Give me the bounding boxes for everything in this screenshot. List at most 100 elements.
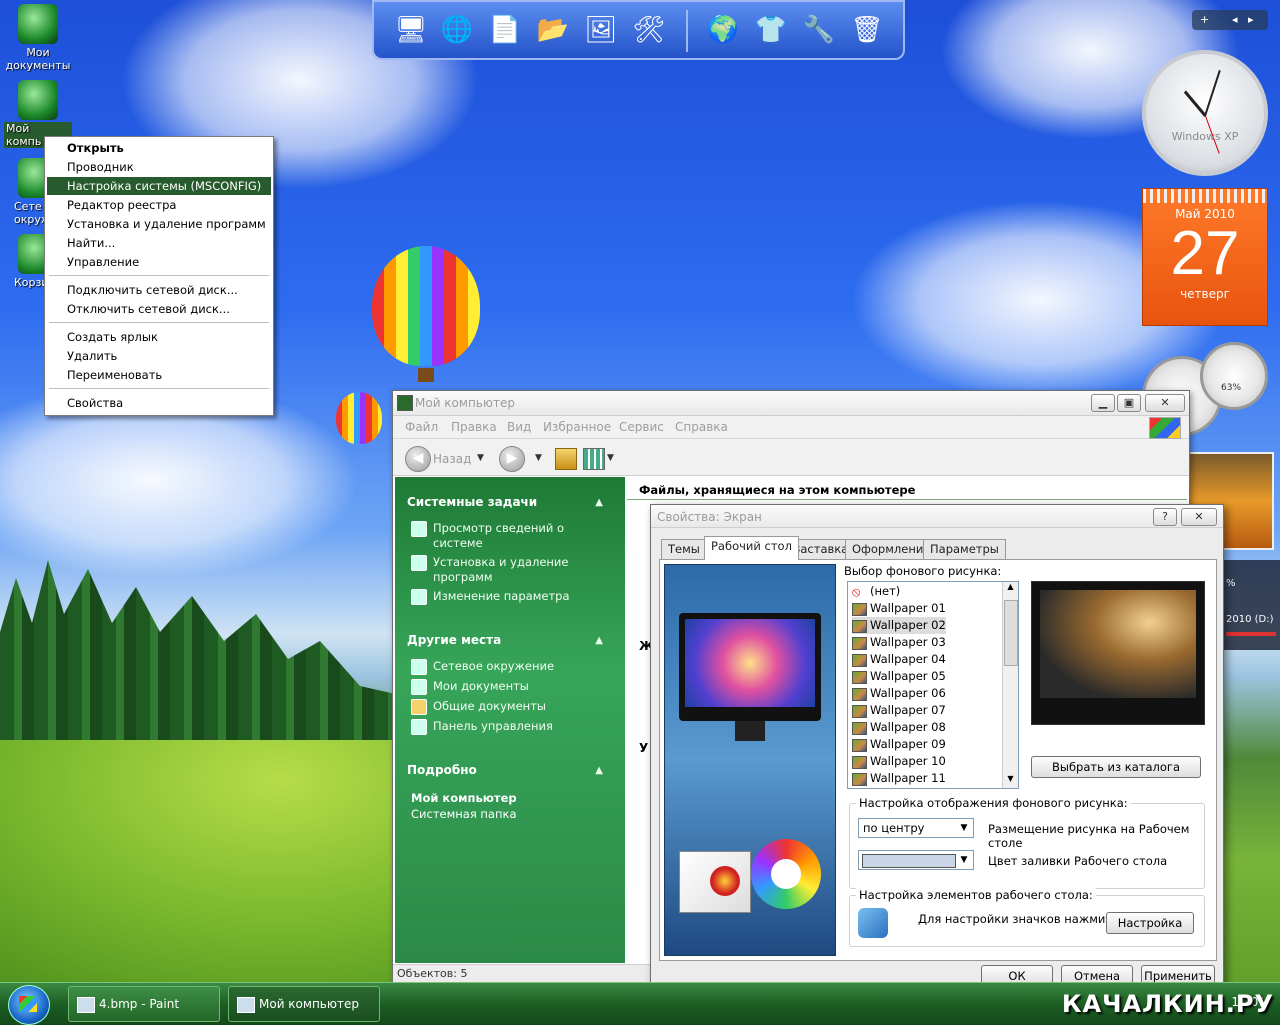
image-icon — [852, 688, 867, 701]
dialog-titlebar[interactable]: Свойства: Экран ? ✕ — [651, 505, 1223, 528]
wallpaper-option[interactable]: Wallpaper 04 — [852, 651, 946, 668]
drive-gadget[interactable]: % 2010 (D:) — [1222, 560, 1280, 650]
link-shared-documents[interactable]: Общие документы — [433, 699, 603, 714]
explorer-titlebar[interactable]: Мой компьютер ▁ ▣ ✕ — [393, 391, 1189, 416]
add-gadget-icon[interactable]: + — [1200, 10, 1209, 30]
menu-view[interactable]: Вид — [507, 420, 531, 434]
dock-network-globe-icon[interactable]: 🌍 — [702, 8, 744, 52]
scroll-up-icon[interactable]: ▲ — [1003, 582, 1018, 596]
desktop-icon-my-documents[interactable]: Мои документы — [4, 4, 72, 72]
menu-item-explorer[interactable]: Проводник — [47, 158, 271, 176]
menu-item-properties[interactable]: Свойства — [47, 394, 271, 412]
link-control-panel[interactable]: Панель управления — [433, 719, 603, 734]
fill-color-swatch — [862, 854, 956, 868]
help-button[interactable]: ? — [1153, 508, 1177, 526]
tab-themes[interactable]: Темы — [661, 539, 707, 559]
menu-item-rename[interactable]: Переименовать — [47, 366, 271, 384]
listbox-scrollbar[interactable]: ▲ ▼ — [1002, 582, 1018, 788]
back-dropdown-icon[interactable]: ▼ — [477, 453, 484, 463]
back-label[interactable]: Назад — [433, 452, 471, 466]
clock-gadget[interactable]: Windows XP — [1142, 50, 1268, 176]
menu-item-regedit[interactable]: Редактор реестра — [47, 196, 271, 214]
start-button[interactable] — [8, 985, 50, 1025]
wallpaper-option[interactable]: Wallpaper 06 — [852, 685, 946, 702]
position-select[interactable]: по центру ▼ — [858, 818, 974, 838]
collapse-chevron-icon[interactable]: ▲ — [595, 765, 603, 776]
wallpaper-listbox[interactable]: ⦸ (нет) Wallpaper 01 Wallpaper 02 Wallpap… — [847, 581, 1019, 789]
collapse-chevron-icon[interactable]: ▲ — [595, 497, 603, 508]
menu-favorites[interactable]: Избранное — [543, 420, 611, 434]
dock-folder-icon[interactable]: 📂 — [532, 8, 574, 52]
taskbar-item-paint[interactable]: 4.bmp - Paint — [68, 986, 220, 1022]
folder-up-icon[interactable] — [555, 448, 577, 470]
dock-internet-icon[interactable]: 🌐 — [436, 8, 478, 52]
prev-icon[interactable]: ◂ — [1232, 10, 1238, 30]
scroll-thumb[interactable] — [1004, 600, 1018, 666]
dock-shirt-icon[interactable]: 👕 — [750, 8, 792, 52]
minimize-button[interactable]: ▁ — [1091, 394, 1115, 412]
fill-color-select[interactable]: ▼ — [858, 850, 974, 870]
link-change-setting[interactable]: Изменение параметра — [433, 589, 603, 604]
memory-meter-gadget[interactable]: 63% — [1200, 342, 1268, 410]
wallpaper-option[interactable]: ⦸ (нет) — [852, 583, 900, 600]
image-icon — [852, 705, 867, 718]
wallpaper-option-selected[interactable]: Wallpaper 02 — [852, 617, 946, 634]
menu-item-map-drive[interactable]: Подключить сетевой диск... — [47, 281, 271, 299]
menu-item-disconnect-drive[interactable]: Отключить сетевой диск... — [47, 300, 271, 318]
dialog-close-button[interactable]: ✕ — [1181, 508, 1217, 526]
forward-arrow-icon[interactable]: ▶ — [499, 446, 525, 472]
wallpaper-option[interactable]: Wallpaper 03 — [852, 634, 946, 651]
tab-settings[interactable]: Параметры — [923, 539, 1006, 559]
drive-percent: % — [1226, 578, 1236, 589]
menu-file[interactable]: Файл — [405, 420, 438, 434]
link-system-info[interactable]: Просмотр сведений о системе — [433, 521, 603, 551]
dock-tools-icon[interactable]: 🛠 — [628, 8, 670, 52]
tab-desktop[interactable]: Рабочий стол — [704, 536, 799, 560]
details-header[interactable]: Подробно — [407, 763, 477, 777]
taskbar-item-my-computer[interactable]: Мой компьютер — [228, 986, 380, 1022]
menu-item-open[interactable]: Открыть — [47, 139, 271, 157]
forward-dropdown-icon[interactable]: ▼ — [535, 453, 542, 463]
menu-item-add-remove[interactable]: Установка и удаление программ — [47, 215, 271, 233]
system-tasks-header[interactable]: Системные задачи — [407, 495, 537, 509]
dock-properties-icon[interactable]: 🖥 — [390, 8, 432, 52]
other-places-header[interactable]: Другие места — [407, 633, 501, 647]
views-icon[interactable] — [583, 448, 605, 470]
next-icon[interactable]: ▸ — [1248, 10, 1254, 30]
menu-item-manage[interactable]: Управление — [47, 253, 271, 271]
scroll-down-icon[interactable]: ▼ — [1003, 774, 1018, 788]
menu-item-find[interactable]: Найти... — [47, 234, 271, 252]
wallpaper-option[interactable]: Wallpaper 08 — [852, 719, 946, 736]
drive-usage-bar — [1226, 632, 1276, 636]
link-my-documents[interactable]: Мои документы — [433, 679, 603, 694]
menu-tools[interactable]: Сервис — [619, 420, 664, 434]
calendar-rings — [1143, 189, 1267, 203]
wallpaper-option[interactable]: Wallpaper 09 — [852, 736, 946, 753]
menu-item-create-shortcut[interactable]: Создать ярлык — [47, 328, 271, 346]
calendar-gadget[interactable]: Май 2010 27 четверг — [1142, 188, 1268, 326]
wallpaper-option[interactable]: Wallpaper 07 — [852, 702, 946, 719]
close-button[interactable]: ✕ — [1145, 394, 1185, 412]
dock-recycle-bin-icon[interactable]: 🗑 — [846, 8, 888, 52]
wallpaper-option[interactable]: Wallpaper 10 — [852, 753, 946, 770]
customize-button[interactable]: Настройка — [1106, 912, 1194, 934]
maximize-button[interactable]: ▣ — [1117, 394, 1141, 412]
wallpaper-option[interactable]: Wallpaper 01 — [852, 600, 946, 617]
dock-wrench-icon[interactable]: 🔧 — [798, 8, 840, 52]
link-add-remove[interactable]: Установка и удаление программ — [433, 555, 603, 585]
views-dropdown-icon[interactable]: ▼ — [607, 453, 614, 463]
meter-percent: 63% — [1221, 383, 1242, 393]
browse-catalog-button[interactable]: Выбрать из каталога — [1031, 756, 1201, 778]
details-name: Мой компьютер — [411, 791, 517, 805]
dock-documents-icon[interactable]: 📄 — [484, 8, 526, 52]
wallpaper-option[interactable]: Wallpaper 05 — [852, 668, 946, 685]
link-network[interactable]: Сетевое окружение — [433, 659, 603, 674]
dock-pictures-icon[interactable]: 🖼 — [580, 8, 622, 52]
wallpaper-option[interactable]: Wallpaper 11 — [852, 770, 946, 787]
menu-help[interactable]: Справка — [675, 420, 728, 434]
menu-item-msconfig[interactable]: Настройка системы (MSCONFIG) — [47, 177, 271, 195]
menu-edit[interactable]: Правка — [451, 420, 497, 434]
collapse-chevron-icon[interactable]: ▲ — [595, 635, 603, 646]
back-arrow-icon[interactable]: ◀ — [405, 446, 431, 472]
menu-item-delete[interactable]: Удалить — [47, 347, 271, 365]
